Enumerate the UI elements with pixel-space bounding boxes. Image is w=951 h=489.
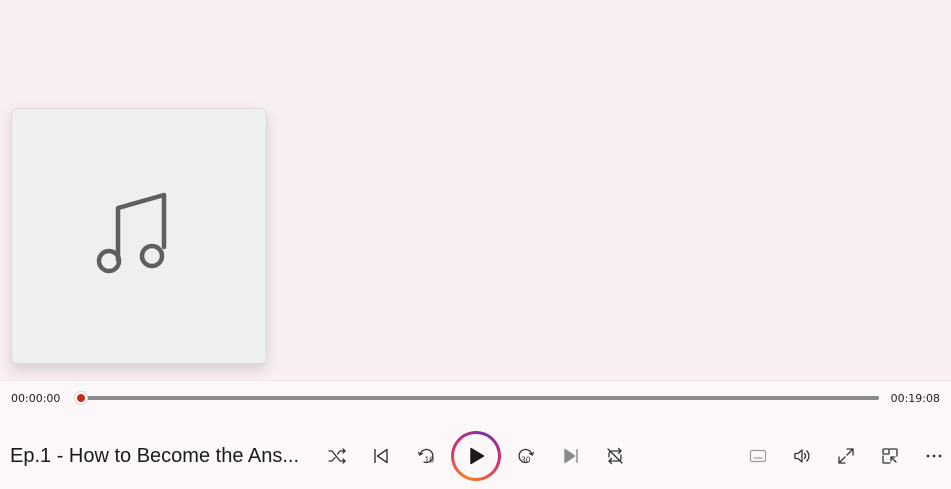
skip-forward-30-icon: 30 <box>518 448 535 465</box>
previous-icon <box>374 448 388 464</box>
shuffle-button[interactable] <box>320 439 354 473</box>
transport-bar: 00:00:00 00:19:08 Ep.1 - How to Become t… <box>0 380 951 489</box>
volume-button[interactable] <box>785 439 819 473</box>
skip-forward-button[interactable]: 30 <box>510 439 544 473</box>
next-button[interactable] <box>554 439 588 473</box>
volume-icon <box>794 449 810 463</box>
previous-button[interactable] <box>364 439 398 473</box>
more-options-icon <box>926 454 942 458</box>
captions-button[interactable] <box>741 439 775 473</box>
svg-text:30: 30 <box>521 456 531 465</box>
captions-icon <box>749 449 767 463</box>
play-icon <box>470 447 485 465</box>
elapsed-time: 00:00:00 <box>11 392 61 405</box>
now-playing-stage <box>0 0 951 380</box>
track-title: Ep.1 - How to Become the Ans... <box>10 445 300 467</box>
fullscreen-button[interactable] <box>829 439 863 473</box>
play-button-inner <box>454 434 498 478</box>
mini-player-button[interactable] <box>873 439 907 473</box>
repeat-button[interactable] <box>598 439 632 473</box>
seek-slider[interactable] <box>75 392 879 404</box>
more-options-button[interactable] <box>917 439 951 473</box>
seek-track <box>76 396 879 400</box>
play-button[interactable] <box>451 431 501 481</box>
skip-back-10-icon: 10 <box>417 448 435 465</box>
mini-player-icon <box>882 448 898 464</box>
fullscreen-icon <box>838 448 854 464</box>
seek-thumb[interactable] <box>75 392 87 404</box>
shuffle-icon <box>328 448 346 464</box>
svg-text:10: 10 <box>425 456 435 465</box>
repeat-icon <box>607 447 623 465</box>
skip-back-button[interactable]: 10 <box>408 439 442 473</box>
album-art <box>11 108 267 364</box>
next-icon <box>564 448 578 464</box>
music-note-icon <box>96 192 167 274</box>
total-time: 00:19:08 <box>890 392 940 405</box>
